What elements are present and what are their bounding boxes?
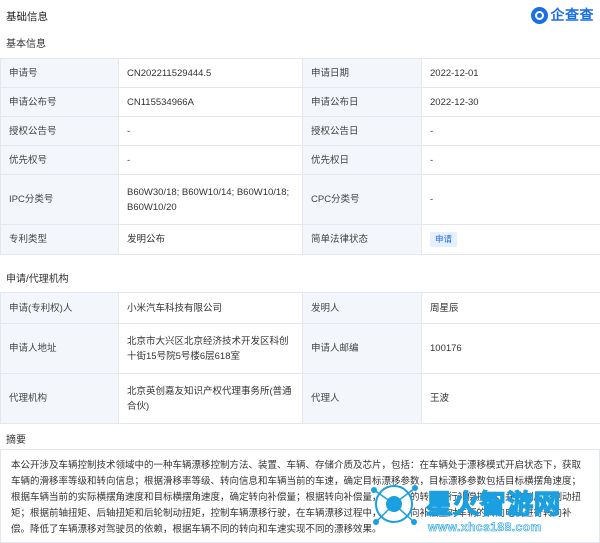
- table-row: 授权公告号 - 授权公告日 -: [0, 116, 600, 146]
- field-label: 授权公告日: [302, 116, 422, 146]
- postal-code: 100176: [421, 323, 600, 374]
- field-label: 代理机构: [0, 373, 119, 424]
- application-date: 2022-12-01: [421, 58, 600, 88]
- agent-name: 王波: [421, 373, 600, 424]
- field-label: IPC分类号: [0, 174, 119, 225]
- application-number: CN202211529444.5: [118, 58, 303, 88]
- table-row: IPC分类号 B60W30/18; B60W10/14; B60W10/18; …: [0, 174, 600, 225]
- section-title-basic: 基本信息: [6, 39, 46, 50]
- section-title-applicant: 申请/代理机构: [6, 274, 69, 285]
- ipc-classification: B60W30/18; B60W10/14; B60W10/18; B60W10/…: [118, 174, 303, 225]
- logo-icon: [530, 6, 548, 24]
- table-row: 申请(专利权)人 小米汽车科技有限公司 发明人 周星辰: [0, 292, 600, 324]
- qichacha-logo[interactable]: 企查查: [530, 5, 595, 25]
- table-row: 申请人地址 北京市大兴区北京经济技术开发区科创十街15号院5号楼6层618室 申…: [0, 323, 600, 374]
- field-label: CPC分类号: [302, 174, 422, 225]
- status-badge: 申请: [430, 232, 458, 247]
- field-label: 发明人: [302, 292, 422, 324]
- field-label: 申请公布日: [302, 87, 422, 117]
- priority-date: -: [421, 145, 600, 175]
- table-row: 申请公布号 CN115534966A 申请公布日 2022-12-30: [0, 87, 600, 117]
- table-row: 专利类型 发明公布 简单法律状态 申请: [0, 224, 600, 255]
- legal-status-cell: 申请: [421, 224, 600, 255]
- top-bar: 基础信息 企查查: [0, 0, 600, 30]
- cpc-classification: -: [421, 174, 600, 225]
- field-label: 申请人地址: [0, 323, 119, 374]
- watermark-name: 星火智游网: [425, 488, 562, 520]
- field-label: 申请人邮编: [302, 323, 422, 374]
- table-row: 申请号 CN202211529444.5 申请日期 2022-12-01: [0, 58, 600, 88]
- section-title-abstract: 摘要: [6, 435, 26, 446]
- priority-number: -: [118, 145, 303, 175]
- field-label: 申请日期: [302, 58, 422, 88]
- field-label: 优先权日: [302, 145, 422, 175]
- watermark-url: www.xhcs188.com: [428, 520, 542, 535]
- network-orb-icon: [371, 485, 418, 525]
- applicant-link[interactable]: 小米汽车科技有限公司: [118, 292, 303, 324]
- page-title: 基础信息: [6, 11, 48, 23]
- publication-number: CN115534966A: [118, 87, 303, 117]
- logo-text: 企查查: [550, 7, 594, 23]
- field-label: 代理人: [302, 373, 422, 424]
- applicant-address: 北京市大兴区北京经济技术开发区科创十街15号院5号楼6层618室: [118, 323, 303, 374]
- table-row: 优先权号 - 优先权日 -: [0, 145, 600, 175]
- grant-date: -: [421, 116, 600, 146]
- publication-date: 2022-12-30: [421, 87, 600, 117]
- applicant-table: 申请(专利权)人 小米汽车科技有限公司 发明人 周星辰 申请人地址 北京市大兴区…: [0, 292, 600, 424]
- field-label: 申请(专利权)人: [0, 292, 119, 324]
- grant-number: -: [118, 116, 303, 146]
- field-label: 申请公布号: [0, 87, 119, 117]
- field-label: 简单法律状态: [302, 224, 422, 255]
- field-label: 授权公告号: [0, 116, 119, 146]
- patent-type: 发明公布: [118, 224, 303, 255]
- field-label: 优先权号: [0, 145, 119, 175]
- table-row: 代理机构 北京英创嘉友知识产权代理事务所(普通合伙) 代理人 王波: [0, 373, 600, 424]
- basic-info-table: 申请号 CN202211529444.5 申请日期 2022-12-01 申请公…: [0, 58, 600, 255]
- agency-link[interactable]: 北京英创嘉友知识产权代理事务所(普通合伙): [118, 373, 303, 424]
- field-label: 专利类型: [0, 224, 119, 255]
- field-label: 申请号: [0, 58, 119, 88]
- site-watermark: 星火智游网 www.xhcs188.com: [360, 470, 600, 543]
- inventor-name: 周星辰: [421, 292, 600, 324]
